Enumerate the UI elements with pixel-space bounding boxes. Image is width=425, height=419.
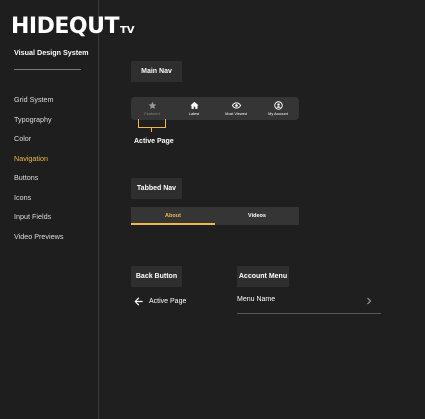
sidebar-subtitle: Visual Design System [14, 48, 89, 57]
main-nav-item-label: Most Viewed [225, 112, 247, 116]
eye-icon [231, 102, 241, 109]
tab-videos[interactable]: Videos [215, 207, 299, 225]
main-nav-item-featured[interactable]: Featured [131, 97, 173, 120]
sidebar: HIDEQUTTV Visual Design System Grid Syst… [0, 0, 135, 419]
sidebar-item-grid-system[interactable]: Grid System [14, 95, 63, 115]
main-nav-item-label: My Account [268, 112, 288, 116]
tab-about[interactable]: About [131, 207, 215, 225]
star-icon [148, 101, 156, 109]
sidebar-nav: Grid System Typography Color Navigation … [14, 95, 63, 251]
active-page-bracket-stem [151, 127, 152, 132]
main-nav-section-title: Main Nav [131, 61, 182, 82]
active-page-bracket [138, 119, 166, 128]
back-button-section-title: Back Button [131, 266, 182, 287]
account-menu-row-label: Menu Name [237, 296, 276, 303]
sidebar-item-navigation[interactable]: Navigation [14, 154, 63, 174]
tabbed-nav: About Videos [131, 207, 299, 225]
main-nav-item-label: Latest [188, 112, 200, 116]
home-icon [189, 101, 199, 109]
tabbed-nav-section-title: Tabbed Nav [131, 178, 182, 199]
sidebar-item-input-fields[interactable]: Input Fields [14, 212, 63, 232]
main-nav-item-latest[interactable]: Latest [173, 97, 215, 120]
user-icon [273, 101, 283, 110]
sidebar-divider [14, 69, 81, 70]
account-menu-row[interactable]: Menu Name [237, 296, 381, 314]
main-nav-item-label: Featured [144, 112, 160, 116]
sidebar-item-color[interactable]: Color [14, 134, 63, 154]
sidebar-item-video-previews[interactable]: Video Previews [14, 232, 63, 252]
main-nav-bar: Featured Latest Most Viewed My Account [131, 97, 299, 120]
active-page-caption: Active Page [134, 138, 174, 145]
arrow-left-icon [134, 297, 143, 306]
sidebar-item-icons[interactable]: Icons [14, 193, 63, 213]
sidebar-item-buttons[interactable]: Buttons [14, 173, 63, 193]
account-menu-section-title: Account Menu [237, 266, 289, 287]
chevron-right-icon [367, 297, 372, 305]
main-nav-item-most-viewed[interactable]: Most Viewed [215, 97, 257, 120]
main-nav-item-my-account[interactable]: My Account [257, 97, 299, 120]
sidebar-item-typography[interactable]: Typography [14, 115, 63, 135]
back-button[interactable]: Active Page [134, 297, 186, 306]
back-button-label: Active Page [149, 298, 187, 305]
hideout-tv-logo: HIDEQUTTV [11, 14, 135, 39]
